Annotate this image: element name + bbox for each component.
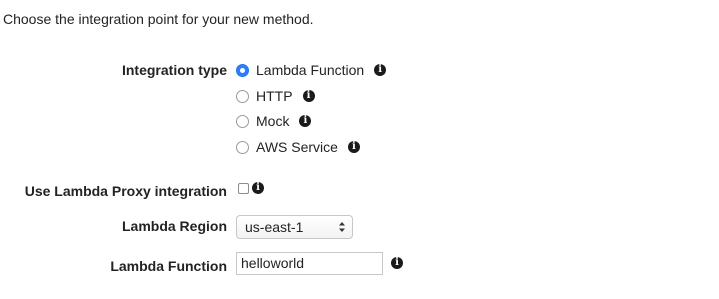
lambda-region-select[interactable]: us-east-1: [236, 215, 353, 239]
intro-text: Choose the integration point for your ne…: [3, 11, 314, 27]
lambda-region-label: Lambda Region: [121, 218, 227, 234]
info-icon[interactable]: i: [302, 90, 315, 102]
radio-button[interactable]: [236, 89, 249, 103]
info-icon[interactable]: i: [252, 182, 264, 194]
radio-http[interactable]: HTTP i: [236, 86, 315, 106]
radio-label-mock: Mock: [256, 113, 290, 129]
radio-button[interactable]: [236, 114, 249, 128]
radio-button-selected[interactable]: [236, 63, 249, 77]
proxy-integration-checkbox[interactable]: [238, 183, 249, 194]
info-icon[interactable]: i: [391, 257, 403, 269]
lambda-region-value: us-east-1: [245, 219, 304, 235]
radio-button[interactable]: [236, 140, 249, 154]
radio-aws-service[interactable]: AWS Service i: [236, 137, 360, 157]
radio-label-lambda-function: Lambda Function: [256, 62, 365, 78]
radio-mock[interactable]: Mock i: [236, 111, 312, 131]
integration-type-label: Integration type: [121, 62, 227, 78]
info-icon[interactable]: i: [299, 115, 312, 127]
lambda-function-value: helloworld: [241, 255, 305, 271]
proxy-integration-label: Use Lambda Proxy integration: [24, 183, 227, 199]
lambda-function-label: Lambda Function: [110, 258, 227, 274]
lambda-function-input[interactable]: helloworld: [236, 252, 383, 275]
chevron-updown-icon: [339, 222, 345, 232]
info-icon[interactable]: i: [374, 64, 387, 76]
radio-lambda-function[interactable]: Lambda Function i: [236, 60, 387, 80]
radio-label-http: HTTP: [256, 88, 293, 104]
radio-label-aws-service: AWS Service: [256, 139, 338, 155]
info-icon[interactable]: i: [347, 141, 360, 153]
